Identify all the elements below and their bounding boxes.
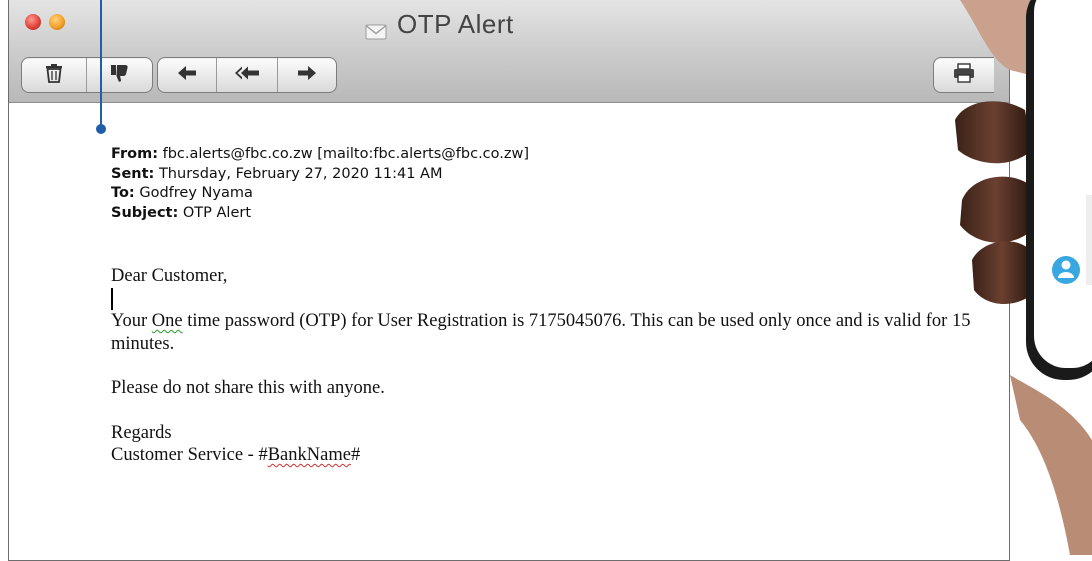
reply-all-arrow-icon [234,63,260,88]
from-value[interactable]: fbc.alerts@fbc.co.zw [mailto:fbc.alerts@… [163,146,529,162]
regards-text: Regards [111,422,172,443]
forward-button[interactable] [278,58,336,92]
sent-value: Thursday, February 27, 2020 11:41 AM [158,165,443,182]
otp-text-post: time password (OTP) for User Registratio… [111,311,971,354]
to-label: To: [111,185,135,201]
to-row: To: Godfrey Nyama [111,184,529,204]
minimize-window-button[interactable] [49,14,65,30]
otp-paragraph: Your One time password (OTP) for User Re… [111,310,971,355]
phone-in-hand-image [950,0,1092,555]
annotation-pointer-dot [96,124,106,134]
sent-row: Sent: Thursday, February 27, 2020 11:41 … [111,165,529,185]
junk-button[interactable] [87,58,151,92]
email-body[interactable]: Dear Customer, Your One time password (O… [111,265,971,467]
delete-button[interactable] [22,58,87,92]
subject-value: OTP Alert [182,204,252,221]
title-bar: OTP Alert [9,0,1009,103]
reply-group [157,57,337,93]
delete-junk-group [21,57,153,93]
signature-pre: Customer Service - # [111,445,268,465]
warning-text: Please do not share this with anyone. [111,378,385,398]
text-cursor-line [111,287,971,311]
trash-icon [43,63,65,88]
to-value: Godfrey Nyama [139,185,253,201]
spelling-flagged-word: BankName [267,445,351,465]
from-row: From: fbc.alerts@fbc.co.zw [mailto:fbc.a… [111,145,529,165]
reply-button[interactable] [158,58,217,92]
forward-arrow-icon [296,63,318,88]
message-body: From: fbc.alerts@fbc.co.zw [mailto:fbc.a… [9,103,1009,560]
signature-text: Customer Service - #BankName# [111,444,971,467]
window-title: OTP Alert [365,6,514,42]
reply-all-button[interactable] [217,58,278,92]
subject-label: Subject: [111,204,179,221]
subject-row: Subject: OTP Alert [111,204,529,224]
thumbs-down-icon [108,63,130,88]
window-title-text: OTP Alert [397,8,514,39]
envelope-icon [365,16,387,40]
mail-window: OTP Alert From: fbc.alerts@fbc.co.zw [ma… [8,0,1010,561]
grammar-flagged-word: One [151,311,183,331]
otp-text-pre: Your [111,311,152,331]
annotation-pointer-line [100,0,102,127]
email-header: From: fbc.alerts@fbc.co.zw [mailto:fbc.a… [111,145,529,223]
sent-label: Sent: [111,165,155,182]
greeting-text: Dear Customer, [111,266,228,286]
text-cursor [111,287,113,310]
from-label: From: [111,146,158,162]
close-window-button[interactable] [25,14,41,30]
reply-arrow-icon [176,63,198,88]
signature-post: # [350,445,361,465]
